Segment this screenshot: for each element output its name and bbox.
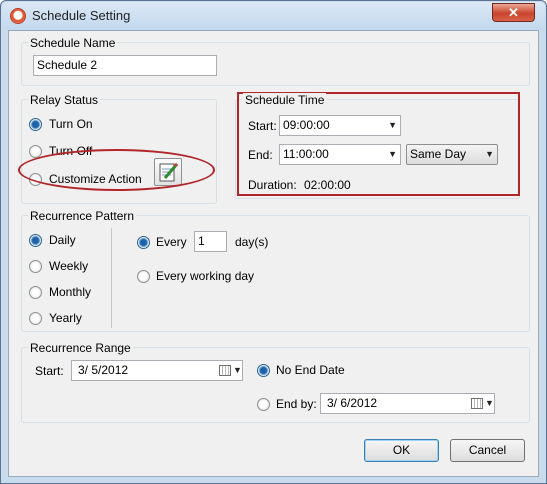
no-end-date-label: No End Date: [276, 363, 345, 377]
recurrence-pattern-group: [21, 215, 530, 332]
end-by-label: End by:: [276, 397, 317, 411]
schedule-time-label: Schedule Time: [243, 93, 327, 107]
every-working-day-label: Every working day: [156, 269, 255, 283]
daily-radio[interactable]: [29, 234, 42, 247]
every-n-days-input[interactable]: 1: [194, 231, 227, 252]
turn-on-radio[interactable]: [29, 118, 42, 131]
relay-status-label: Relay Status: [28, 93, 101, 107]
ok-button[interactable]: OK: [364, 439, 439, 462]
weekly-label: Weekly: [49, 259, 89, 273]
recurrence-range-label: Recurrence Range: [28, 341, 133, 355]
window-title: Schedule Setting: [32, 8, 131, 23]
turn-on-label: Turn On: [49, 117, 93, 131]
chevron-down-icon: ▼: [485, 398, 494, 408]
daily-label: Daily: [49, 233, 76, 247]
schedule-setting-window: Schedule Setting ✕ Schedule Name Schedul…: [0, 0, 547, 484]
no-end-date-radio[interactable]: [257, 364, 270, 377]
end-time-select[interactable]: 11:00:00 ▼: [279, 144, 401, 165]
recurrence-pattern-label: Recurrence Pattern: [28, 209, 137, 223]
chevron-down-icon: ▼: [388, 120, 397, 130]
chevron-down-icon: ▼: [388, 149, 397, 159]
annotation-ellipse: [18, 149, 215, 191]
weekly-radio[interactable]: [29, 260, 42, 273]
end-time-label: End:: [248, 148, 273, 162]
start-time-label: Start:: [248, 119, 277, 133]
monthly-label: Monthly: [49, 285, 92, 299]
range-start-date-picker[interactable]: 3/ 5/2012 ▼: [71, 360, 243, 381]
day-offset-select[interactable]: Same Day ▼: [406, 144, 498, 165]
end-by-radio[interactable]: [257, 398, 270, 411]
title-bar[interactable]: Schedule Setting ✕: [2, 2, 545, 30]
cancel-button[interactable]: Cancel: [450, 439, 525, 462]
schedule-name-label: Schedule Name: [28, 36, 118, 50]
start-time-select[interactable]: 09:00:00 ▼: [279, 115, 401, 136]
dialog-body: Schedule Name Schedule 2 Relay Status Tu…: [8, 30, 539, 477]
duration-value: 02:00:00: [304, 178, 351, 192]
day-offset-value: Same Day: [410, 147, 467, 161]
chevron-down-icon: ▼: [485, 149, 494, 159]
close-icon: ✕: [508, 5, 519, 20]
monthly-radio[interactable]: [29, 286, 42, 299]
range-start-label: Start:: [35, 364, 64, 378]
every-n-days-radio[interactable]: [137, 236, 150, 249]
chevron-down-icon: ▼: [233, 365, 242, 375]
yearly-label: Yearly: [49, 311, 82, 325]
calendar-icon: [219, 365, 231, 376]
range-start-date-value: 3/ 5/2012: [78, 363, 129, 377]
end-by-date-value: 3/ 6/2012: [327, 396, 378, 410]
every-unit-label: day(s): [235, 235, 269, 249]
yearly-radio[interactable]: [29, 312, 42, 325]
end-by-date-picker[interactable]: 3/ 6/2012 ▼: [320, 393, 495, 414]
start-time-value: 09:00:00: [283, 118, 330, 132]
alarm-clock-icon: [10, 8, 26, 24]
every-working-day-radio[interactable]: [137, 270, 150, 283]
schedule-name-input[interactable]: Schedule 2: [33, 55, 217, 76]
every-label: Every: [156, 235, 187, 249]
end-time-value: 11:00:00: [283, 147, 329, 161]
duration-label: Duration:: [248, 178, 297, 192]
close-button[interactable]: ✕: [492, 3, 535, 22]
pattern-divider: [111, 228, 112, 328]
calendar-icon: [471, 398, 483, 409]
